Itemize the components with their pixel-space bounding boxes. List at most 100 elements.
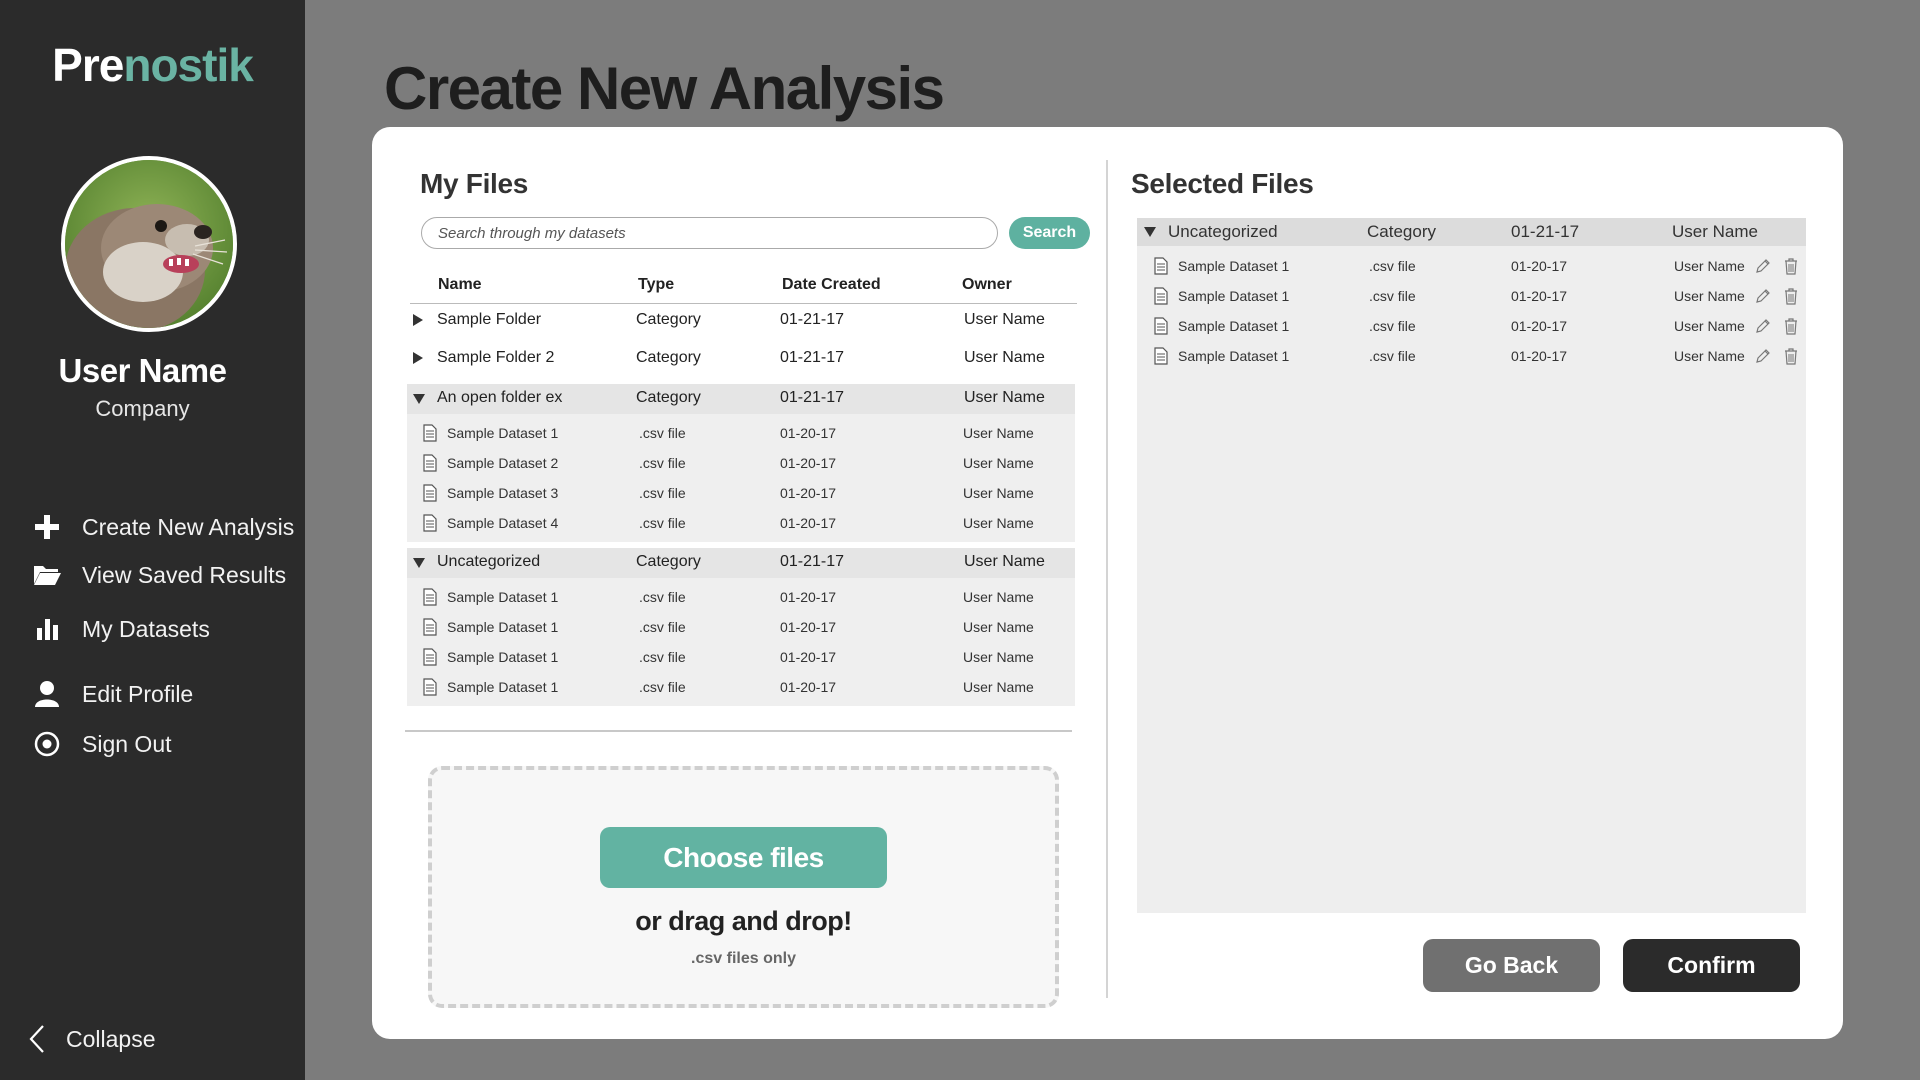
collapse-button[interactable]: Collapse	[28, 1024, 156, 1054]
chevron-left-icon	[28, 1024, 46, 1054]
nav-sign-out[interactable]: Sign Out	[30, 727, 172, 761]
nav-view-saved-results[interactable]: View Saved Results	[30, 558, 286, 592]
group-date: 01-21-17	[1511, 222, 1580, 241]
file-date: 01-20-17	[780, 589, 837, 605]
trash-icon[interactable]	[1783, 287, 1799, 305]
edit-pencil-icon[interactable]	[1754, 287, 1772, 305]
file-icon	[1154, 347, 1168, 365]
file-row[interactable]: Sample Dataset 3 .csv file 01-20-17 User…	[407, 479, 1075, 509]
folder-open-icon	[30, 558, 64, 592]
file-type: .csv file	[639, 619, 686, 635]
file-icon	[1154, 257, 1168, 275]
file-icon	[1154, 317, 1168, 335]
file-row[interactable]: Sample Dataset 1 .csv file 01-20-17 User…	[407, 583, 1075, 613]
selected-files-panel: Uncategorized Category 01-21-17 User Nam…	[1137, 218, 1806, 913]
search-field[interactable]	[421, 217, 998, 249]
file-type: .csv file	[639, 679, 686, 695]
column-header-date-created[interactable]: Date Created	[782, 276, 881, 294]
file-owner: User Name	[963, 589, 1034, 605]
trash-icon[interactable]	[1783, 257, 1799, 275]
search-button[interactable]: Search	[1009, 217, 1090, 249]
column-header-owner[interactable]: Owner	[962, 276, 1012, 294]
folder-owner: User Name	[964, 349, 1045, 366]
search-input[interactable]	[422, 218, 997, 248]
page-title: Create New Analysis	[384, 55, 945, 122]
upload-divider	[405, 730, 1072, 732]
file-row[interactable]: Sample Dataset 2 .csv file 01-20-17 User…	[407, 449, 1075, 479]
group-type: Category	[1367, 222, 1436, 241]
file-date: 01-20-17	[780, 679, 837, 695]
file-row[interactable]: Sample Dataset 1 .csv file 01-20-17 User…	[407, 673, 1075, 703]
file-icon	[423, 678, 437, 696]
plus-icon	[30, 510, 64, 544]
selected-group-row[interactable]: Uncategorized Category 01-21-17 User Nam…	[1137, 218, 1806, 246]
file-row[interactable]: Sample Dataset 1 .csv file 01-20-17 User…	[407, 613, 1075, 643]
file-name: Sample Dataset 1	[447, 589, 559, 605]
collapse-arrow-icon[interactable]	[413, 394, 425, 404]
open-folder-files: Sample Dataset 1 .csv file 01-20-17 User…	[407, 419, 1075, 539]
edit-pencil-icon[interactable]	[1754, 317, 1772, 335]
collapse-arrow-icon[interactable]	[1144, 227, 1156, 237]
file-name: Sample Dataset 1	[1178, 348, 1290, 364]
confirm-button[interactable]: Confirm	[1623, 939, 1800, 992]
file-date: 01-20-17	[1511, 348, 1568, 364]
avatar[interactable]	[61, 156, 237, 332]
logo-text-pre: Pre	[52, 39, 124, 91]
file-type: .csv file	[1369, 288, 1416, 304]
go-back-button[interactable]: Go Back	[1423, 939, 1600, 992]
folder-name: Sample Folder	[437, 311, 542, 328]
app-logo[interactable]: Prenostik	[0, 38, 305, 92]
edit-pencil-icon[interactable]	[1754, 347, 1772, 365]
selected-file-row[interactable]: Sample Dataset 1 .csv file 01-20-17 User…	[1137, 282, 1806, 312]
my-files-title: My Files	[420, 168, 529, 199]
trash-icon[interactable]	[1783, 317, 1799, 335]
file-date: 01-20-17	[780, 485, 837, 501]
folder-row-open[interactable]: Uncategorized Category 01-21-17 User Nam…	[407, 548, 1075, 578]
file-type: .csv file	[639, 649, 686, 665]
folder-row[interactable]: Sample Folder 2 Category 01-21-17 User N…	[407, 344, 1075, 374]
nav-label: View Saved Results	[82, 561, 287, 588]
folder-type: Category	[636, 349, 701, 366]
file-row[interactable]: Sample Dataset 1 .csv file 01-20-17 User…	[407, 643, 1075, 673]
nav-edit-profile[interactable]: Edit Profile	[30, 677, 193, 711]
file-row[interactable]: Sample Dataset 1 .csv file 01-20-17 User…	[407, 419, 1075, 449]
power-icon	[30, 727, 64, 761]
folder-date: 01-21-17	[780, 553, 845, 570]
file-icon	[423, 514, 437, 532]
folder-type: Category	[636, 553, 701, 570]
trash-icon[interactable]	[1783, 347, 1799, 365]
file-name: Sample Dataset 1	[1178, 288, 1290, 304]
selected-file-row[interactable]: Sample Dataset 1 .csv file 01-20-17 User…	[1137, 342, 1806, 372]
edit-pencil-icon[interactable]	[1754, 257, 1772, 275]
file-type: .csv file	[639, 425, 686, 441]
nav-label: My Datasets	[82, 615, 210, 642]
group-owner: User Name	[1672, 222, 1758, 241]
folder-row[interactable]: Sample Folder Category 01-21-17 User Nam…	[407, 306, 1075, 336]
file-icon	[1154, 287, 1168, 305]
selected-file-row[interactable]: Sample Dataset 1 .csv file 01-20-17 User…	[1137, 312, 1806, 342]
file-row[interactable]: Sample Dataset 4 .csv file 01-20-17 User…	[407, 509, 1075, 539]
expand-arrow-icon[interactable]	[413, 314, 423, 326]
file-owner: User Name	[963, 679, 1034, 695]
column-header-type[interactable]: Type	[638, 276, 674, 294]
file-icon	[423, 648, 437, 666]
file-type: .csv file	[1369, 258, 1416, 274]
file-name: Sample Dataset 1	[1178, 318, 1290, 334]
user-name: User Name	[58, 352, 227, 389]
expand-arrow-icon[interactable]	[413, 352, 423, 364]
choose-files-button[interactable]: Choose files	[600, 827, 887, 888]
sidebar: Prenostik User Name Company Create New A…	[0, 0, 305, 1080]
file-icon	[423, 588, 437, 606]
file-name: Sample Dataset 3	[447, 485, 559, 501]
folder-owner: User Name	[964, 311, 1045, 328]
nav-my-datasets[interactable]: My Datasets	[30, 612, 210, 646]
user-icon	[30, 677, 64, 711]
nav-create-new-analysis[interactable]: Create New Analysis	[30, 510, 294, 544]
file-name: Sample Dataset 4	[447, 515, 559, 531]
column-header-name[interactable]: Name	[438, 276, 482, 294]
selected-file-row[interactable]: Sample Dataset 1 .csv file 01-20-17 User…	[1137, 252, 1806, 282]
folder-type: Category	[636, 311, 701, 328]
collapse-arrow-icon[interactable]	[413, 558, 425, 568]
folder-owner: User Name	[964, 389, 1045, 406]
folder-row-open[interactable]: An open folder ex Category 01-21-17 User…	[407, 384, 1075, 414]
